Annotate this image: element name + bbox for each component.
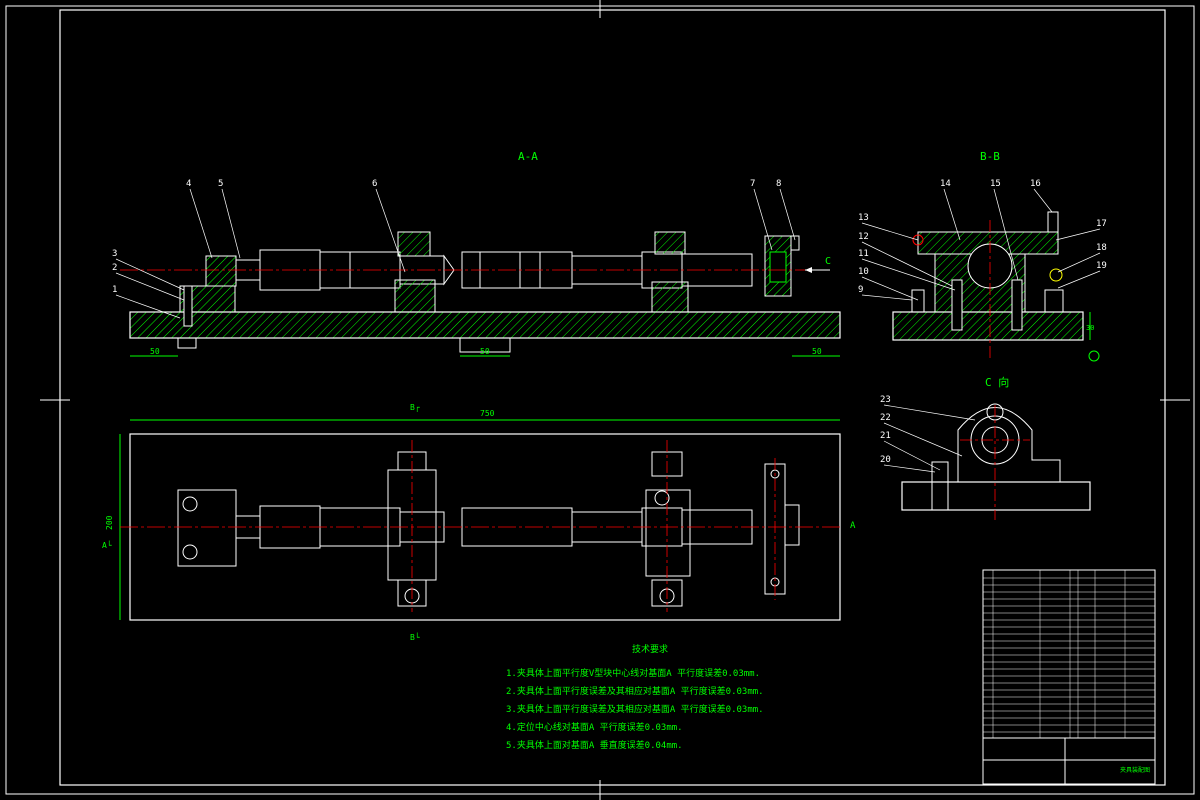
leader-line xyxy=(189,188,213,259)
requirement-3: 3.夹具体上面平行度误差及其相应对基面A 平行度误差0.03mm. xyxy=(506,703,764,715)
balloon-5: 5 xyxy=(218,179,223,189)
dim-right-50: 50 xyxy=(812,347,822,356)
balloon-9: 9 xyxy=(858,285,863,295)
arrow-a-left-label: A└ xyxy=(102,540,112,550)
requirement-2: 2.夹具体上面平行度误差及其相应对基面A 平行度误差0.03mm. xyxy=(506,685,764,697)
view-c-title: C 向 xyxy=(985,375,1009,389)
leader-line xyxy=(115,272,185,301)
drawing-name: 夹具装配图 xyxy=(1120,766,1150,774)
dim-overall-200: 200 xyxy=(105,515,114,530)
dim-left-50: 50 xyxy=(150,347,160,356)
leader-line xyxy=(861,276,919,301)
dim-mid-50: 50 xyxy=(480,347,490,356)
balloon-8: 8 xyxy=(776,179,781,189)
section-b-bottom-label: B└ xyxy=(410,632,420,642)
balloon-16: 16 xyxy=(1030,179,1041,189)
dim-height-30: 30 xyxy=(1086,324,1094,332)
leader-line xyxy=(1055,228,1101,241)
requirements-title: 技术要求 xyxy=(632,643,668,655)
balloon-4: 4 xyxy=(186,179,191,189)
balloon-17: 17 xyxy=(1096,219,1107,229)
balloon-11: 11 xyxy=(858,249,869,259)
title-block: 夹具装配图 xyxy=(982,569,1156,785)
plan-view: B┌ B└ 750 200 A A└ xyxy=(102,403,856,642)
balloon-2: 2 xyxy=(112,263,117,273)
balloon-1: 1 xyxy=(112,285,117,295)
balloon-13: 13 xyxy=(858,213,869,223)
balloon-7: 7 xyxy=(750,179,755,189)
balloon-15: 15 xyxy=(990,179,1001,189)
balloon-6: 6 xyxy=(372,179,377,189)
arrow-c-label: C xyxy=(825,256,831,267)
technical-requirements: 技术要求 1.夹具体上面平行度V型块中心线对基面A 平行度误差0.03mm. 2… xyxy=(506,643,764,751)
balloon-21: 21 xyxy=(880,431,891,441)
leader-line xyxy=(779,188,796,241)
requirement-4: 4.定位中心线对基面A 平行度误差0.03mm. xyxy=(506,721,683,733)
balloon-14: 14 xyxy=(940,179,951,189)
leader-line xyxy=(883,422,963,457)
leader-line xyxy=(753,188,773,251)
sheet-border xyxy=(5,0,1195,800)
section-bb-title: B-B xyxy=(980,150,1000,163)
leader-line xyxy=(1057,252,1101,273)
leader-line xyxy=(115,258,185,291)
balloon-12: 12 xyxy=(858,232,869,242)
section-aa-view: A-A C 50 50 50 xyxy=(120,150,841,357)
balloon-18: 18 xyxy=(1096,243,1107,253)
leader-line xyxy=(883,440,941,471)
leader-line xyxy=(861,294,913,301)
cad-drawing: A-A C 50 50 50 B-B 30 C 向 B┌ B└ 750 200 … xyxy=(5,0,1195,800)
view-c: C 向 xyxy=(901,375,1091,520)
section-aa-title: A-A xyxy=(518,150,538,163)
balloon-20: 20 xyxy=(880,455,891,465)
balloon-23: 23 xyxy=(880,395,891,405)
leader-line xyxy=(861,222,919,241)
balloon-10: 10 xyxy=(858,267,869,277)
balloon-19: 19 xyxy=(1096,261,1107,271)
balloon-22: 22 xyxy=(880,413,891,423)
dim-overall-750: 750 xyxy=(480,409,495,418)
leader-line xyxy=(883,404,976,421)
leader-line xyxy=(883,464,936,473)
base-plate xyxy=(129,311,841,339)
balloon-3: 3 xyxy=(112,249,117,259)
leader-line xyxy=(221,188,241,259)
arrow-a-right-label: A xyxy=(850,521,856,531)
requirement-5: 5.夹具体上面对基面A 垂直度误差0.04mm. xyxy=(506,739,683,751)
leader-line xyxy=(1033,188,1053,213)
section-b-top-label: B┌ xyxy=(410,403,420,413)
leader-line xyxy=(1057,270,1101,289)
requirement-1: 1.夹具体上面平行度V型块中心线对基面A 平行度误差0.03mm. xyxy=(506,667,760,679)
leader-line xyxy=(375,188,406,273)
